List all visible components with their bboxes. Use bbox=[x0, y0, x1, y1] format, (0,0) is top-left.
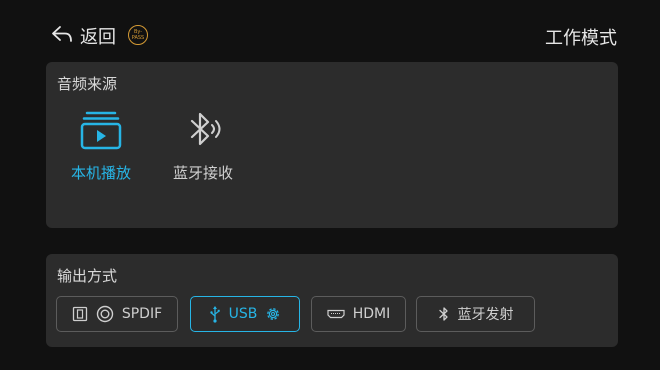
bluetooth-receive-label: 蓝牙接收 bbox=[172, 164, 233, 182]
local-play-icon bbox=[56, 107, 146, 153]
local-play-label: 本机播放 bbox=[70, 164, 131, 182]
back-arrow-icon bbox=[50, 24, 74, 48]
bluetooth-transmit-label: 蓝牙发射 bbox=[457, 307, 514, 323]
optical-port-icon bbox=[72, 306, 88, 322]
output-mode-panel: 输出方式 SPDIF USB HDMI 蓝牙发射 bbox=[46, 254, 618, 347]
coaxial-port-icon bbox=[96, 305, 114, 323]
back-label: 返回 bbox=[80, 27, 116, 48]
spdif-label: SPDIF bbox=[121, 306, 163, 322]
bypass-label-bottom: PASS bbox=[131, 35, 145, 41]
back-button[interactable]: 返回 bbox=[50, 22, 116, 50]
bluetooth-receive-icon bbox=[158, 107, 248, 153]
audio-source-panel: 音频来源 本机播放 蓝牙接收 bbox=[46, 62, 618, 228]
usb-label: USB bbox=[228, 306, 258, 322]
usb-icon bbox=[209, 305, 221, 323]
bluetooth-icon bbox=[438, 306, 450, 322]
source-local-play[interactable]: 本机播放 bbox=[56, 107, 146, 183]
output-mode-title: 输出方式 bbox=[57, 267, 118, 285]
header-bar: 返回 By- PASS 工作模式 bbox=[0, 0, 660, 60]
hdmi-label: HDMI bbox=[352, 306, 391, 322]
audio-source-title: 音频来源 bbox=[57, 75, 118, 93]
source-bluetooth-receive[interactable]: 蓝牙接收 bbox=[158, 107, 248, 183]
page-title: 工作模式 bbox=[545, 28, 617, 49]
bypass-button[interactable]: By- PASS bbox=[128, 25, 148, 45]
output-spdif-button[interactable]: SPDIF bbox=[56, 296, 178, 332]
output-bluetooth-transmit-button[interactable]: 蓝牙发射 bbox=[416, 296, 535, 332]
gear-icon[interactable] bbox=[265, 306, 281, 322]
output-usb-button[interactable]: USB bbox=[190, 296, 300, 332]
hdmi-port-icon bbox=[327, 309, 345, 319]
output-hdmi-button[interactable]: HDMI bbox=[311, 296, 406, 332]
